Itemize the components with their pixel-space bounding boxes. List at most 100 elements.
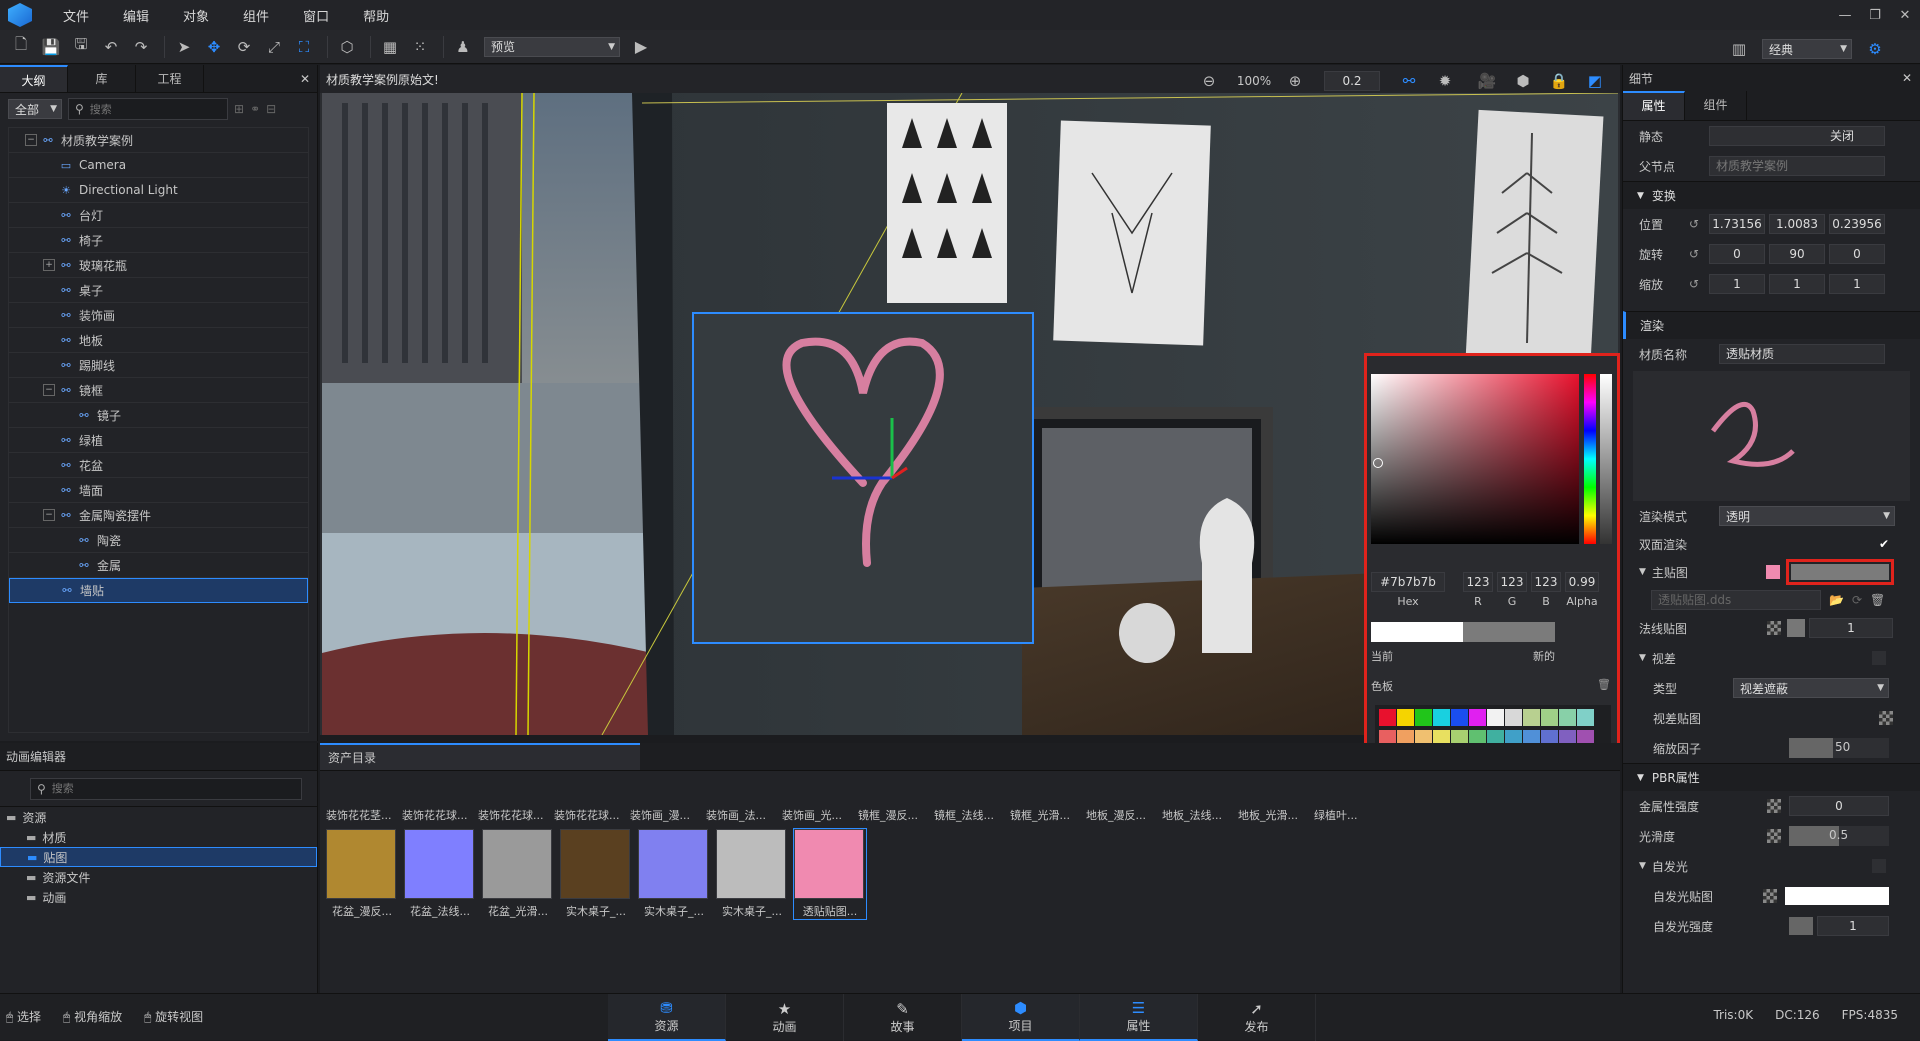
save-as-icon[interactable]: 🖫 xyxy=(68,34,94,60)
palette-swatch[interactable] xyxy=(1397,709,1414,726)
tree-item[interactable]: ⚯ 墙面 xyxy=(9,478,308,503)
outline-search-input[interactable] xyxy=(89,102,210,116)
bottom-tab-assets[interactable]: ⛃ 资源 xyxy=(608,994,726,1041)
collapse-icon[interactable]: − xyxy=(25,134,37,146)
asset-name[interactable]: 镜框_光滑... xyxy=(1010,807,1086,823)
alpha-input[interactable]: 0.99 xyxy=(1565,572,1599,592)
tree-item[interactable]: ⚯ 陶瓷 xyxy=(9,528,308,553)
menu-object[interactable]: 对象 xyxy=(166,6,226,25)
render-section[interactable]: 渲染 xyxy=(1623,311,1920,339)
green-input[interactable]: 123 xyxy=(1497,572,1527,592)
bottom-tab-story[interactable]: ✎ 故事 xyxy=(844,994,962,1041)
folder-search-input[interactable] xyxy=(51,782,282,795)
saturation-value-area[interactable] xyxy=(1371,374,1579,544)
menu-help[interactable]: 帮助 xyxy=(346,6,406,25)
scale-z[interactable]: 1 xyxy=(1829,274,1885,294)
asset-name[interactable]: 装饰画_光... xyxy=(782,807,858,823)
tab-outline[interactable]: 大纲 xyxy=(0,65,68,92)
palette-swatch[interactable] xyxy=(1379,709,1396,726)
grid-icon[interactable]: ▦ xyxy=(377,34,403,60)
tree-item[interactable]: − ⚯ 金属陶瓷摆件 xyxy=(9,503,308,528)
minimize-icon[interactable]: — xyxy=(1830,8,1860,23)
parallax-texture-thumb[interactable] xyxy=(1879,711,1893,725)
asset-name[interactable]: 镜框_法线... xyxy=(934,807,1010,823)
tree-item[interactable]: ⚯ 镜子 xyxy=(9,403,308,428)
tab-library[interactable]: 库 xyxy=(68,65,136,92)
reset-icon[interactable]: ↺ xyxy=(1689,277,1709,291)
emission-texture-thumb[interactable] xyxy=(1763,889,1777,903)
snap-grid-icon[interactable]: ⁙ xyxy=(407,34,433,60)
filter-select[interactable]: 全部 ▼ xyxy=(8,99,62,119)
asset-name[interactable]: 装饰花花球... xyxy=(402,807,478,823)
asset-name[interactable]: 镜框_漫反... xyxy=(858,807,934,823)
tree-item[interactable]: ⚯ 花盆 xyxy=(9,453,308,478)
asset-panel-title[interactable]: 资产目录 xyxy=(320,743,640,770)
link-icon[interactable]: ⚭ xyxy=(250,102,260,116)
palette-swatch[interactable] xyxy=(1523,709,1540,726)
render-mode-select[interactable]: 透明 ▼ xyxy=(1719,506,1895,526)
bottom-tab-project[interactable]: ⬢ 项目 xyxy=(962,994,1080,1041)
asset-item[interactable]: 花盆_法线... xyxy=(404,829,476,919)
cube-view-icon[interactable]: ⬢ xyxy=(1510,68,1536,94)
tree-item[interactable]: ▭ Camera xyxy=(9,153,308,178)
zoom-view-status[interactable]: 🖱 视角缩放 xyxy=(63,1008,122,1025)
rect-tool-icon[interactable]: ⛶ xyxy=(291,34,317,60)
tree-item[interactable]: − ⚯ 材质教学案例 xyxy=(9,128,308,153)
static-toggle[interactable]: 关闭 xyxy=(1709,126,1885,146)
restore-icon[interactable]: ❐ xyxy=(1860,8,1890,23)
preview-select[interactable]: 预览 ▼ xyxy=(484,36,620,57)
palette-swatch[interactable] xyxy=(1487,709,1504,726)
tree-item[interactable]: ⚯ 装饰画 xyxy=(9,303,308,328)
pbr-section[interactable]: ▼ PBR属性 xyxy=(1623,763,1920,791)
main-texture-thumb[interactable] xyxy=(1765,565,1780,579)
expand-icon[interactable]: + xyxy=(43,259,55,271)
close-window-icon[interactable]: ✕ xyxy=(1890,8,1920,23)
rotation-x[interactable]: 0 xyxy=(1709,244,1765,264)
new-file-icon[interactable]: 🗋 xyxy=(8,34,34,60)
position-x[interactable]: 1.73156 xyxy=(1709,214,1765,234)
tree-item[interactable]: ⚯ 金属 xyxy=(9,553,308,578)
parallax-type-select[interactable]: 视差遮蔽 ▼ xyxy=(1733,678,1889,698)
blue-input[interactable]: 123 xyxy=(1531,572,1561,592)
play-icon[interactable]: ▶ xyxy=(628,34,654,60)
double-side-checkbox[interactable]: ✔ xyxy=(1879,537,1889,551)
layout-select[interactable]: 经典 ▼ xyxy=(1762,39,1852,59)
scale-y[interactable]: 1 xyxy=(1769,274,1825,294)
tree-item[interactable]: − ⚯ 镜框 xyxy=(9,378,308,403)
rotate-tool-icon[interactable]: ⟳ xyxy=(231,34,257,60)
zoom-in-icon[interactable]: ⊕ xyxy=(1282,68,1308,94)
bottom-tab-publish[interactable]: ➚ 发布 xyxy=(1198,994,1316,1041)
tab-components[interactable]: 组件 xyxy=(1685,91,1747,120)
normal-value-field[interactable]: 1 xyxy=(1809,618,1893,638)
menu-window[interactable]: 窗口 xyxy=(286,6,346,25)
menu-edit[interactable]: 编辑 xyxy=(106,6,166,25)
tab-project[interactable]: 工程 xyxy=(136,65,204,92)
asset-item[interactable]: 实木桌子_... xyxy=(716,829,788,919)
metallic-texture-thumb[interactable] xyxy=(1767,799,1781,813)
tree-collapse-icon[interactable]: ⊟ xyxy=(266,102,276,116)
hex-input[interactable]: #7b7b7b xyxy=(1371,572,1445,592)
main-texture-file[interactable]: 透贴贴图.dds xyxy=(1651,590,1821,610)
asset-item[interactable]: 花盆_漫反... xyxy=(326,829,398,919)
character-icon[interactable]: ♟ xyxy=(450,34,476,60)
folder-item[interactable]: ▬ 动画 xyxy=(0,887,317,907)
folder-item[interactable]: ▬ 材质 xyxy=(0,827,317,847)
layout-icon[interactable]: ▥ xyxy=(1726,36,1752,62)
folder-item[interactable]: ▬ 资源 xyxy=(0,807,317,827)
redo-icon[interactable]: ↷ xyxy=(128,34,154,60)
emission-checkbox[interactable] xyxy=(1871,859,1886,873)
menu-file[interactable]: 文件 xyxy=(46,6,106,25)
tab-properties[interactable]: 属性 xyxy=(1623,91,1685,120)
tree-item[interactable]: ☀ Directional Light xyxy=(9,178,308,203)
reset-icon[interactable]: ↺ xyxy=(1689,247,1709,261)
tree-item[interactable]: ⚯ 墙贴 xyxy=(9,578,308,603)
smoothness-texture-thumb[interactable] xyxy=(1767,829,1781,843)
rotation-y[interactable]: 90 xyxy=(1769,244,1825,264)
alpha-slider[interactable] xyxy=(1600,374,1612,544)
asset-name[interactable]: 装饰花花球... xyxy=(478,807,554,823)
save-icon[interactable]: 💾 xyxy=(38,34,64,60)
folder-icon[interactable]: 📂 xyxy=(1829,593,1844,607)
rotation-z[interactable]: 0 xyxy=(1829,244,1885,264)
emission-intensity-field[interactable]: 1 xyxy=(1817,916,1889,936)
asset-name[interactable]: 装饰花花球... xyxy=(554,807,630,823)
